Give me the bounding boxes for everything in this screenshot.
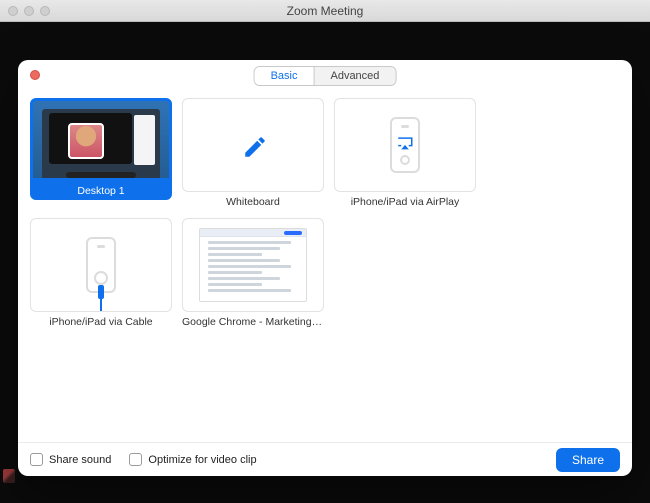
participant-badge bbox=[3, 469, 15, 483]
cable-wire-icon bbox=[100, 297, 102, 311]
option-label: iPhone/iPad via AirPlay bbox=[334, 196, 476, 208]
option-label: Desktop 1 bbox=[30, 182, 172, 200]
meeting-background: Basic Advanced Desktop 1 bbox=[0, 22, 650, 503]
whiteboard-thumbnail bbox=[182, 98, 324, 192]
option-label: Google Chrome - Marketing - Ligh… bbox=[182, 316, 324, 328]
share-option-desktop-1[interactable]: Desktop 1 bbox=[30, 98, 172, 208]
share-options-grid: Desktop 1 Whiteboard bbox=[18, 90, 632, 328]
share-screen-dialog: Basic Advanced Desktop 1 bbox=[18, 60, 632, 476]
phone-outline-icon bbox=[86, 237, 116, 293]
share-button[interactable]: Share bbox=[556, 448, 620, 472]
option-label: iPhone/iPad via Cable bbox=[30, 316, 172, 328]
chrome-window-thumbnail bbox=[182, 218, 324, 312]
mac-titlebar: Zoom Meeting bbox=[0, 0, 650, 22]
airplay-icon bbox=[396, 135, 414, 151]
pencil-icon bbox=[242, 134, 264, 156]
share-option-chrome-window[interactable]: Google Chrome - Marketing - Ligh… bbox=[182, 218, 324, 328]
tab-switcher: Basic Advanced bbox=[254, 66, 397, 86]
checkbox-icon bbox=[30, 453, 43, 466]
desktop-preview bbox=[42, 109, 160, 181]
airplay-thumbnail bbox=[334, 98, 476, 192]
close-dialog-icon[interactable] bbox=[30, 70, 40, 80]
dialog-footer: Share sound Optimize for video clip Shar… bbox=[18, 442, 632, 476]
checkbox-label: Optimize for video clip bbox=[148, 454, 256, 466]
share-option-airplay[interactable]: iPhone/iPad via AirPlay bbox=[334, 98, 476, 208]
dialog-header: Basic Advanced bbox=[18, 60, 632, 90]
option-label: Whiteboard bbox=[182, 196, 324, 208]
cable-thumbnail bbox=[30, 218, 172, 312]
window-title: Zoom Meeting bbox=[0, 4, 650, 18]
avatar bbox=[68, 123, 104, 159]
checkbox-label: Share sound bbox=[49, 454, 111, 466]
tab-basic[interactable]: Basic bbox=[255, 67, 314, 85]
dialog-traffic-lights bbox=[18, 70, 40, 80]
share-option-whiteboard[interactable]: Whiteboard bbox=[182, 98, 324, 208]
tab-advanced[interactable]: Advanced bbox=[313, 67, 395, 85]
checkbox-icon bbox=[129, 453, 142, 466]
browser-preview bbox=[199, 228, 307, 302]
phone-outline-icon bbox=[390, 117, 420, 173]
share-sound-checkbox[interactable]: Share sound bbox=[30, 453, 111, 466]
optimize-video-checkbox[interactable]: Optimize for video clip bbox=[129, 453, 256, 466]
share-option-cable[interactable]: iPhone/iPad via Cable bbox=[30, 218, 172, 328]
